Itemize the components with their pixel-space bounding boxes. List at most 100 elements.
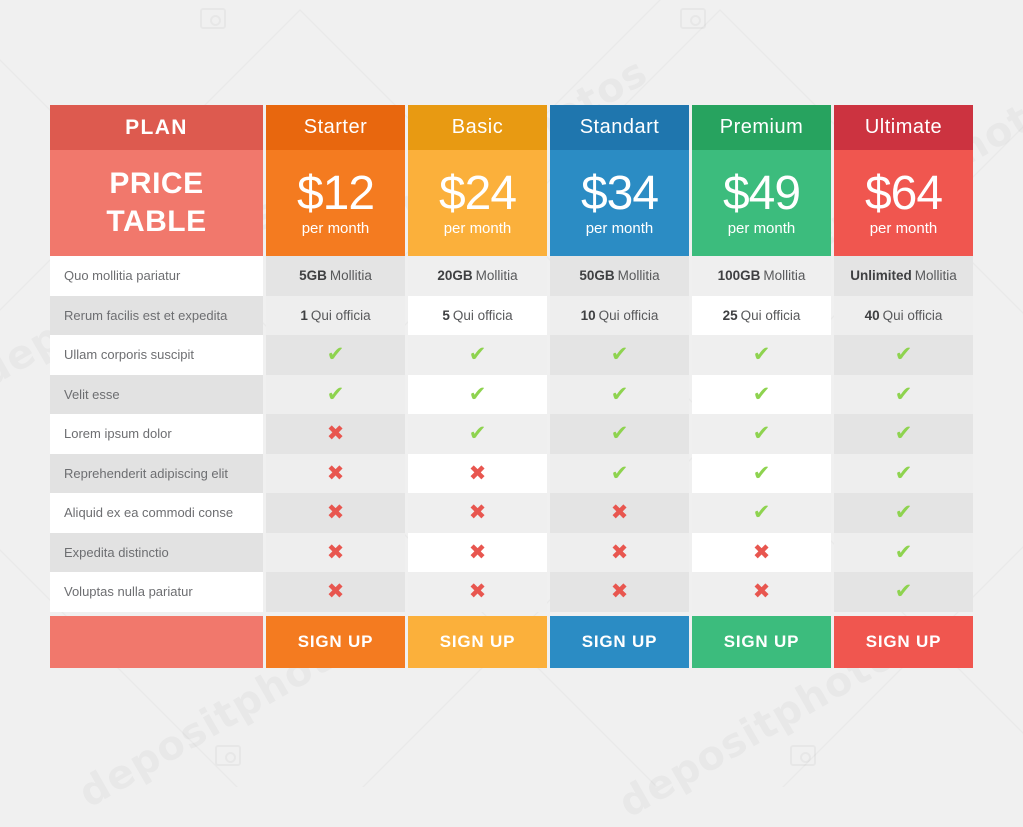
check-icon: ✔ xyxy=(752,381,771,406)
feature-value-strong: 5GB xyxy=(299,268,327,284)
feature-availability: ✔ xyxy=(834,374,973,414)
camera-watermark-icon xyxy=(215,745,241,766)
feature-availability: ✖ xyxy=(550,532,689,572)
cross-icon: ✖ xyxy=(610,579,629,604)
price-amount: $24 xyxy=(438,166,517,220)
feature-label: Quo mollitia pariatur xyxy=(50,256,263,296)
check-icon: ✔ xyxy=(752,421,771,446)
feature-value: 10 Qui officia xyxy=(550,295,689,335)
price-title-line1: PRICE xyxy=(109,166,204,200)
feature-value-strong: 100GB xyxy=(717,268,761,284)
price-period: per month xyxy=(301,219,370,237)
feature-availability: ✔ xyxy=(550,453,689,493)
feature-availability: ✔ xyxy=(834,572,973,612)
feature-value-rest: Qui officia xyxy=(882,307,943,323)
feature-availability: ✔ xyxy=(266,374,405,414)
feature-value-strong: Unlimited xyxy=(850,268,912,284)
price-title-line2: TABLE xyxy=(106,205,207,238)
feature-availability: ✔ xyxy=(692,414,831,454)
cross-icon: ✖ xyxy=(326,421,345,446)
feature-value-rest: Mollitia xyxy=(763,268,806,284)
check-icon: ✔ xyxy=(610,381,629,406)
feature-availability: ✖ xyxy=(266,572,405,612)
check-icon: ✔ xyxy=(894,460,913,485)
plan-price-ultimate: $64 per month xyxy=(834,150,973,256)
plan-price-standart: $34 per month xyxy=(550,150,689,256)
feature-availability: ✖ xyxy=(550,493,689,533)
feature-value: 25 Qui officia xyxy=(692,295,831,335)
feature-value-rest: Qui officia xyxy=(598,307,659,323)
price-period: per month xyxy=(585,219,654,237)
cross-icon: ✖ xyxy=(326,460,345,485)
signup-button-starter[interactable]: SIGN UP xyxy=(266,615,405,668)
feature-value-strong: 10 xyxy=(580,307,596,323)
feature-value-rest: Mollitia xyxy=(475,268,518,284)
cross-icon: ✖ xyxy=(610,500,629,525)
feature-label: Rerum facilis est et expedita xyxy=(50,295,263,335)
price-table-title: PRICE TABLE xyxy=(50,150,263,256)
plan-header-basic: Basic xyxy=(408,105,547,150)
check-icon: ✔ xyxy=(894,539,913,564)
check-icon: ✔ xyxy=(326,381,345,406)
check-icon: ✔ xyxy=(894,381,913,406)
feature-label: Aliquid ex ea commodi conse xyxy=(50,493,263,533)
feature-availability: ✔ xyxy=(834,453,973,493)
cross-icon: ✖ xyxy=(468,500,487,525)
feature-availability: ✖ xyxy=(408,453,547,493)
signup-button-ultimate[interactable]: SIGN UP xyxy=(834,615,973,668)
feature-availability: ✖ xyxy=(408,532,547,572)
cross-icon: ✖ xyxy=(752,579,771,604)
feature-availability: ✖ xyxy=(266,414,405,454)
feature-availability: ✖ xyxy=(408,493,547,533)
check-icon: ✔ xyxy=(894,500,913,525)
check-icon: ✔ xyxy=(752,342,771,367)
feature-value-rest: Qui officia xyxy=(740,307,801,323)
check-icon: ✔ xyxy=(610,421,629,446)
feature-availability: ✔ xyxy=(834,532,973,572)
feature-value-rest: Mollitia xyxy=(329,268,372,284)
feature-availability: ✔ xyxy=(834,414,973,454)
feature-availability: ✔ xyxy=(834,335,973,375)
pricing-table: PLAN Starter Basic Standart Premium Ultimate P… xyxy=(50,105,973,668)
feature-value-strong: 5 xyxy=(442,307,450,323)
feature-availability: ✖ xyxy=(266,453,405,493)
feature-value-strong: 1 xyxy=(300,307,308,323)
check-icon: ✔ xyxy=(468,381,487,406)
feature-value: 1 Qui officia xyxy=(266,295,405,335)
feature-value-strong: 40 xyxy=(864,307,880,323)
plan-header-premium: Premium xyxy=(692,105,831,150)
feature-availability: ✔ xyxy=(550,374,689,414)
feature-availability: ✔ xyxy=(266,335,405,375)
feature-label: Reprehenderit adipiscing elit xyxy=(50,453,263,493)
cross-icon: ✖ xyxy=(326,539,345,564)
feature-availability: ✖ xyxy=(408,572,547,612)
feature-value-rest: Qui officia xyxy=(452,307,513,323)
signup-button-standart[interactable]: SIGN UP xyxy=(550,615,689,668)
plan-price-premium: $49 per month xyxy=(692,150,831,256)
cross-icon: ✖ xyxy=(610,539,629,564)
feature-value: Unlimited Mollitia xyxy=(834,256,973,296)
feature-availability: ✔ xyxy=(834,493,973,533)
price-period: per month xyxy=(869,219,938,237)
check-icon: ✔ xyxy=(752,460,771,485)
feature-availability: ✔ xyxy=(692,374,831,414)
signup-spacer xyxy=(50,615,263,668)
check-icon: ✔ xyxy=(468,421,487,446)
price-period: per month xyxy=(443,219,512,237)
plan-header-cell: PLAN xyxy=(50,105,263,150)
feature-value: 100GB Mollitia xyxy=(692,256,831,296)
plan-price-basic: $24 per month xyxy=(408,150,547,256)
check-icon: ✔ xyxy=(610,342,629,367)
pricing-grid: PLAN Starter Basic Standart Premium Ultimate P… xyxy=(50,105,973,668)
feature-value-rest: Mollitia xyxy=(914,268,957,284)
feature-availability: ✔ xyxy=(408,374,547,414)
signup-button-premium[interactable]: SIGN UP xyxy=(692,615,831,668)
check-icon: ✔ xyxy=(752,500,771,525)
feature-availability: ✖ xyxy=(692,532,831,572)
feature-availability: ✖ xyxy=(266,493,405,533)
feature-value-strong: 20GB xyxy=(437,268,473,284)
feature-value: 5 Qui officia xyxy=(408,295,547,335)
price-amount: $49 xyxy=(722,166,801,220)
signup-button-basic[interactable]: SIGN UP xyxy=(408,615,547,668)
feature-availability: ✖ xyxy=(692,572,831,612)
